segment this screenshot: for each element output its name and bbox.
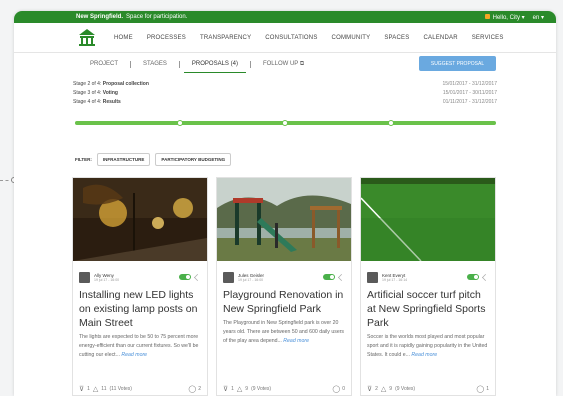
filter-chip-infrastructure[interactable]: INFRASTRUCTURE: [96, 153, 151, 166]
avatar[interactable]: [79, 271, 90, 283]
card-footer: ⊽ 1 △ 9 (9 Votes) ◯ 0: [223, 385, 345, 393]
read-more-link[interactable]: Read more: [283, 338, 309, 344]
vote-count: (11 Votes): [109, 386, 132, 392]
read-more-link[interactable]: Read more: [411, 352, 437, 358]
top-bar: New Springfield. Space for participation…: [14, 11, 556, 23]
user-menu[interactable]: Hello, City ▾: [484, 13, 525, 21]
comment-icon[interactable]: ◯: [188, 385, 196, 393]
proposal-excerpt: The Playground in New Springfield park i…: [223, 320, 345, 344]
proposal-excerpt: The lights are expected to be 50 to 75 p…: [79, 334, 199, 358]
proposal-card[interactable]: Jules Geisler 19 jul 17 - 16:00 Playgrou…: [216, 177, 352, 396]
proposal-card[interactable]: Ally Weny 19 jul 17 - 16:00 Installing n…: [72, 177, 208, 396]
avatar[interactable]: [367, 271, 378, 283]
nav-processes[interactable]: PROCESSES: [140, 35, 193, 41]
edit-icon[interactable]: [482, 273, 489, 281]
avatar[interactable]: [223, 271, 234, 283]
vote-count: (9 Votes): [395, 386, 416, 392]
thumbs-up-icon[interactable]: △: [93, 385, 98, 393]
stage-row: Stage 4 of 4: Results 01/11/2017 - 31/12…: [73, 99, 497, 105]
proposal-excerpt: Soccer is the worlds most played and mos…: [367, 334, 488, 358]
edit-icon[interactable]: [194, 273, 201, 281]
city-name: New Springfield.: [76, 14, 124, 20]
post-date: 19 jul 17 - 16:00: [238, 277, 264, 282]
edit-icon[interactable]: [338, 273, 345, 281]
proposal-image-street-lights: [73, 178, 207, 261]
nav-spaces[interactable]: SPACES: [377, 35, 416, 41]
tagline: Space for participation.: [126, 14, 188, 20]
nav-community[interactable]: COMMUNITY: [325, 35, 378, 41]
filter-chip-participatory-budgeting[interactable]: PARTICIPATORY BUDGETING: [155, 153, 232, 166]
post-date: 19 jul 17 - 16:14: [382, 277, 408, 282]
card-footer: ⊽ 2 △ 9 (9 Votes) ◯ 1: [367, 385, 489, 393]
language-select[interactable]: en ▾: [533, 14, 544, 21]
author-name[interactable]: Kent Everyt: [382, 273, 407, 278]
proposal-card[interactable]: Kent Everyt 19 jul 17 - 16:14 Artificial…: [360, 177, 496, 396]
process-tabs: PROJECT STAGES PROPOSALS (4) FOLLOW UP ⧉…: [14, 53, 556, 75]
support-toggle[interactable]: [179, 274, 191, 280]
nav-services[interactable]: SERVICES: [465, 35, 511, 41]
stage-progress-bar: [75, 120, 496, 126]
tab-project[interactable]: PROJECT: [78, 61, 130, 67]
proposal-image-playground: [217, 178, 351, 261]
nav-calendar[interactable]: CALENDAR: [416, 35, 464, 41]
main-nav: HOME PROCESSES TRANSPARENCY CONSULTATION…: [14, 23, 556, 53]
thumbs-up-icon[interactable]: △: [381, 385, 386, 393]
nav-transparency[interactable]: TRANSPARENCY: [193, 35, 258, 41]
stage-list: Stage 2 of 4: Proposal collection 15/01/…: [73, 81, 497, 108]
thumbs-down-icon[interactable]: ⊽: [367, 385, 372, 393]
post-date: 19 jul 17 - 16:00: [94, 277, 120, 282]
support-toggle[interactable]: [323, 274, 335, 280]
tab-proposals[interactable]: PROPOSALS (4): [180, 61, 250, 73]
support-toggle[interactable]: [467, 274, 479, 280]
lock-icon: [484, 13, 490, 19]
nav-home[interactable]: HOME: [107, 35, 140, 41]
thumbs-down-icon[interactable]: ⊽: [223, 385, 228, 393]
proposal-title[interactable]: Artificial soccer turf pitch at New Spri…: [361, 286, 495, 330]
author-row: Kent Everyt 19 jul 17 - 16:14: [361, 268, 495, 286]
city-logo-icon[interactable]: [77, 28, 97, 48]
comment-icon[interactable]: ◯: [332, 385, 340, 393]
proposal-title[interactable]: Playground Renovation in New Springfield…: [217, 286, 351, 316]
proposal-image-soccer-pitch: [360, 178, 495, 262]
stage-marker: [388, 120, 394, 126]
author-row: Ally Weny 19 jul 17 - 16:00: [73, 268, 207, 286]
nav-consultations[interactable]: CONSULTATIONS: [258, 35, 324, 41]
suggest-proposal-button[interactable]: SUGGEST PROPOSAL: [419, 56, 496, 71]
card-footer: ⊽ 1 △ 11 (11 Votes) ◯ 2: [79, 385, 201, 393]
comment-icon[interactable]: ◯: [476, 385, 484, 393]
stage-marker: [177, 120, 183, 126]
thumbs-up-icon[interactable]: △: [237, 385, 242, 393]
tab-follow-up[interactable]: FOLLOW UP ⧉: [251, 61, 316, 68]
read-more-link[interactable]: Read more: [121, 352, 147, 358]
vote-count: (9 Votes): [251, 386, 272, 392]
browser-frame: New Springfield. Space for participation…: [14, 11, 556, 396]
thumbs-down-icon[interactable]: ⊽: [79, 385, 84, 393]
author-row: Jules Geisler 19 jul 17 - 16:00: [217, 268, 351, 286]
author-name[interactable]: Jules Geisler: [238, 273, 264, 278]
tab-stages[interactable]: STAGES: [131, 61, 179, 67]
proposal-title[interactable]: Installing new LED lights on existing la…: [73, 286, 207, 330]
stage-marker: [282, 120, 288, 126]
stage-row: Stage 3 of 4: Voting 15/01/2017 - 30/11/…: [73, 90, 497, 96]
filter-label: FILTER:: [75, 157, 92, 162]
filter-bar: FILTER: INFRASTRUCTURE PARTICIPATORY BUD…: [75, 153, 232, 166]
stage-row: Stage 2 of 4: Proposal collection 15/01/…: [73, 81, 497, 87]
